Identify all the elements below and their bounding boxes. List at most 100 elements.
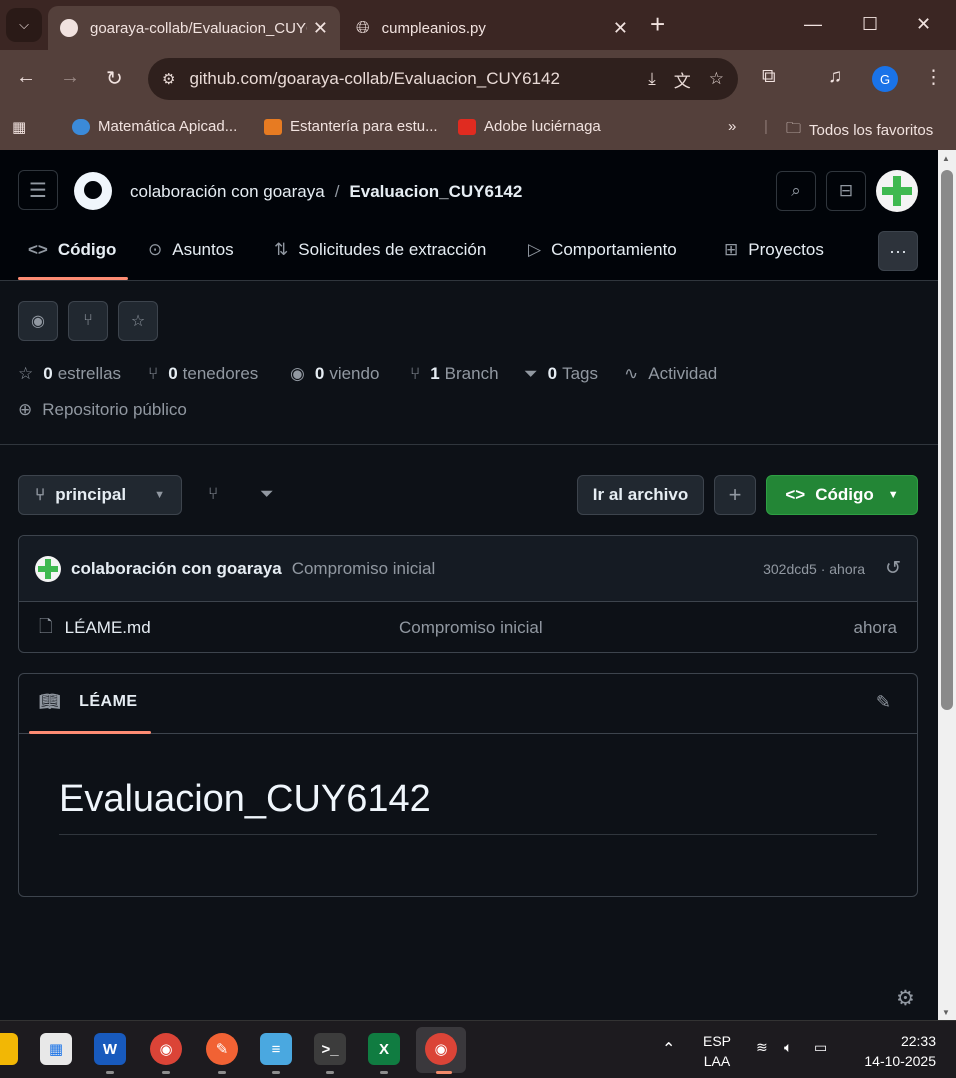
more-bookmarks-icon[interactable]: » <box>728 118 736 135</box>
tab-issues[interactable]: ⊙ Asuntos <box>148 240 234 260</box>
commit-sha[interactable]: 302dcd5 · ahora <box>763 561 865 577</box>
window-close-icon[interactable]: ✕ <box>916 14 931 35</box>
author-avatar[interactable] <box>35 555 61 582</box>
play-icon: ▷ <box>528 240 542 259</box>
browser-tab-active[interactable]: goaraya-collab/Evaluacion_CUY6142 ✕ <box>48 6 340 50</box>
bookmark-label: Adobe luciérnaga <box>484 118 601 135</box>
hamburger-menu-button[interactable]: ☰ <box>18 170 58 210</box>
close-tab-icon[interactable]: ✕ <box>613 18 628 39</box>
tab-pull-requests[interactable]: ⇅ Solicitudes de extracción <box>274 240 486 260</box>
excel-icon[interactable]: X <box>368 1033 400 1065</box>
add-file-button[interactable]: + <box>714 475 756 515</box>
file-icon: 🗋︎ <box>39 616 53 636</box>
battery-icon[interactable]: ▭ <box>814 1039 827 1056</box>
microsoft-store-icon[interactable]: ▦ <box>40 1033 72 1065</box>
notepad-icon[interactable]: ≡ <box>260 1033 292 1065</box>
tags-stat[interactable]: ⏷ 0 Tags <box>524 364 598 384</box>
branch-selector[interactable]: ⑂ principal ▼ <box>18 475 182 515</box>
pencil-icon[interactable]: ✎ <box>876 692 891 713</box>
translate-icon[interactable]: 文 <box>674 67 691 92</box>
apps-grid-icon[interactable]: ▦ <box>12 118 26 136</box>
postman-icon[interactable]: ✎ <box>206 1033 238 1065</box>
input-language[interactable]: ESP LAA <box>700 1031 734 1071</box>
star-button[interactable]: ☆ <box>118 301 158 341</box>
minimize-icon[interactable]: — <box>804 14 822 35</box>
tab-projects[interactable]: ⊞ Proyectos <box>724 240 824 260</box>
table-row[interactable]: 🗋︎ LÉAME.md Compromiso inicial ahora <box>19 602 917 654</box>
bookmark-label: Matemática Apicad... <box>98 118 238 135</box>
bookmark-item[interactable]: Adobe luciérnaga <box>458 118 601 135</box>
commit-author[interactable]: colaboración con goaraya <box>71 559 282 579</box>
reload-icon[interactable]: ↻ <box>106 66 123 91</box>
close-tab-icon[interactable]: ✕ <box>313 18 328 39</box>
activity-link[interactable]: ∿ Actividad <box>624 364 717 384</box>
word-icon[interactable]: W <box>94 1033 126 1065</box>
system-clock[interactable]: 22:33 14-10-2025 <box>852 1031 936 1071</box>
bookmark-item[interactable]: Matemática Apicad... <box>72 118 237 135</box>
watching-stat[interactable]: ◉ 0 viendo <box>290 364 379 384</box>
forward-arrow-icon[interactable]: → <box>60 66 80 89</box>
scroll-up-arrow-icon[interactable]: ▲ <box>942 154 950 163</box>
site-info-icon[interactable]: ⚙︎ <box>162 70 175 88</box>
url-text[interactable]: github.com/goaraya-collab/Evaluacion_CUY… <box>189 69 630 89</box>
menu-kebab-icon[interactable]: ⋮ <box>924 66 943 89</box>
github-logo-icon[interactable] <box>74 172 112 210</box>
language-code: ESP <box>702 1033 731 1049</box>
branch-stat[interactable]: ⑂ 1 Branch <box>410 364 499 384</box>
settings-gear-icon[interactable]: ⚙︎ <box>896 986 915 1011</box>
scroll-down-arrow-icon[interactable]: ▼ <box>942 1008 950 1017</box>
fork-icon: ⑂ <box>148 364 159 383</box>
forks-stat[interactable]: ⑂ 0 tenedores <box>148 364 258 384</box>
bookmark-item[interactable]: Estantería para estu... <box>264 118 438 135</box>
breadcrumb-repo[interactable]: Evaluacion_CUY6142 <box>349 182 522 201</box>
install-app-icon[interactable]: ⤓ <box>648 69 656 89</box>
caret-down-icon: ▼ <box>887 489 899 501</box>
go-to-file-button[interactable]: Ir al archivo <box>577 475 704 515</box>
search-button[interactable]: ⌕ <box>776 171 816 211</box>
readme-tab[interactable]: 📖︎ LÉAME <box>39 692 138 712</box>
bookmarks-divider: | <box>764 118 768 135</box>
scrollbar-thumb[interactable] <box>941 170 953 710</box>
profile-avatar[interactable]: G <box>872 66 898 92</box>
media-controls-icon[interactable]: ♫ <box>828 66 842 88</box>
terminal-icon[interactable]: >_ <box>314 1033 346 1065</box>
stars-stat[interactable]: ☆ 0 estrellas <box>18 364 121 384</box>
maximize-icon[interactable]: ☐ <box>862 14 878 35</box>
watch-button[interactable]: ◉ <box>18 301 58 341</box>
tab-search-button[interactable]: ⌵ <box>6 8 42 42</box>
user-avatar[interactable] <box>876 170 918 212</box>
back-arrow-icon[interactable]: ← <box>16 66 36 89</box>
chrome-icon[interactable]: ◉ <box>150 1033 182 1065</box>
caret-down-icon: ▼ <box>154 489 165 501</box>
all-favorites-folder[interactable]: 🗀︎ Todos los favoritos <box>786 118 933 143</box>
breadcrumb: colaboración con goaraya / Evaluacion_CUY6… <box>130 182 522 202</box>
file-name[interactable]: LÉAME.md <box>65 618 151 638</box>
new-tab-button[interactable]: + <box>650 11 665 37</box>
branches-link-icon[interactable]: ⑂ <box>208 484 218 504</box>
commit-message[interactable]: Compromiso inicial <box>292 559 436 579</box>
fork-button[interactable]: ⑂ <box>68 301 108 341</box>
bookmark-star-icon[interactable]: ☆ <box>709 69 724 89</box>
code-dropdown-button[interactable]: <> Código ▼ <box>766 475 918 515</box>
file-explorer-icon[interactable] <box>0 1033 18 1065</box>
tags-link-icon[interactable]: ⏷ <box>260 484 274 504</box>
branch-label: Branch <box>444 364 499 383</box>
readme-header: 📖︎ LÉAME ✎ <box>19 674 917 734</box>
cloud-icon <box>72 118 90 135</box>
breadcrumb-owner[interactable]: colaboración con goaraya <box>130 182 325 201</box>
history-icon[interactable]: ↺ <box>885 557 901 580</box>
extensions-icon[interactable]: ⧉ <box>762 66 776 88</box>
plus-icon: + <box>728 482 742 507</box>
address-bar[interactable]: ⚙︎ github.com/goaraya-collab/Evaluacion_… <box>148 58 738 100</box>
volume-icon[interactable]: 🔈︎ <box>784 1039 792 1056</box>
tab-label: Asuntos <box>172 240 234 259</box>
browser-tab-inactive[interactable]: 🌐︎ cumpleanios.py ✕ <box>344 6 640 50</box>
chrome-profile-icon[interactable]: ◉ <box>425 1033 457 1065</box>
wifi-icon[interactable]: ≋ <box>756 1039 768 1056</box>
tab-actions[interactable]: ▷ Comportamiento <box>528 240 677 260</box>
file-commit-message[interactable]: Compromiso inicial <box>399 618 543 638</box>
more-tabs-button[interactable]: ··· <box>878 231 918 271</box>
inbox-button[interactable]: ⊟ <box>826 171 866 211</box>
tab-code[interactable]: <> Código <box>28 240 116 260</box>
tray-expand-chevron-icon[interactable]: ⌃ <box>662 1039 675 1059</box>
